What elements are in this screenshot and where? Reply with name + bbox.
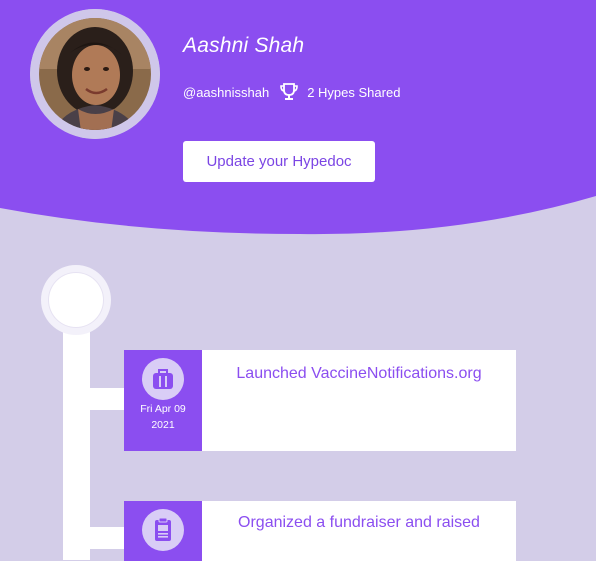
trophy-icon (279, 83, 299, 101)
timeline-connector (88, 527, 126, 549)
timeline-card[interactable]: Fri Apr 09 2021 Launched VaccineNotifica… (124, 350, 516, 451)
card-date-panel (124, 501, 202, 561)
profile-name: Aashni Shah (183, 34, 305, 57)
timeline-start-node-inner (49, 273, 103, 327)
profile-meta: @aashnisshah 2 Hypes Shared (183, 83, 401, 101)
timeline-start-node (41, 265, 111, 335)
profile-handle[interactable]: @aashnisshah (183, 85, 269, 100)
card-title[interactable]: Organized a fundraiser and raised (202, 501, 516, 561)
card-date-year: 2021 (151, 419, 175, 431)
timeline-line (63, 300, 90, 560)
timeline-connector (88, 388, 126, 410)
hypes-shared-count: 2 Hypes Shared (307, 84, 401, 100)
card-title[interactable]: Launched VaccineNotifications.org (202, 350, 516, 451)
card-date-day: Fri Apr 09 (140, 403, 186, 415)
briefcase-icon (142, 358, 184, 400)
timeline-card[interactable]: Organized a fundraiser and raised (124, 501, 516, 561)
card-date-panel: Fri Apr 09 2021 (124, 350, 202, 451)
card-date: Fri Apr 09 2021 (140, 401, 186, 433)
update-hypedoc-button[interactable]: Update your Hypedoc (183, 141, 375, 182)
avatar (30, 9, 160, 139)
clipboard-icon (142, 509, 184, 551)
